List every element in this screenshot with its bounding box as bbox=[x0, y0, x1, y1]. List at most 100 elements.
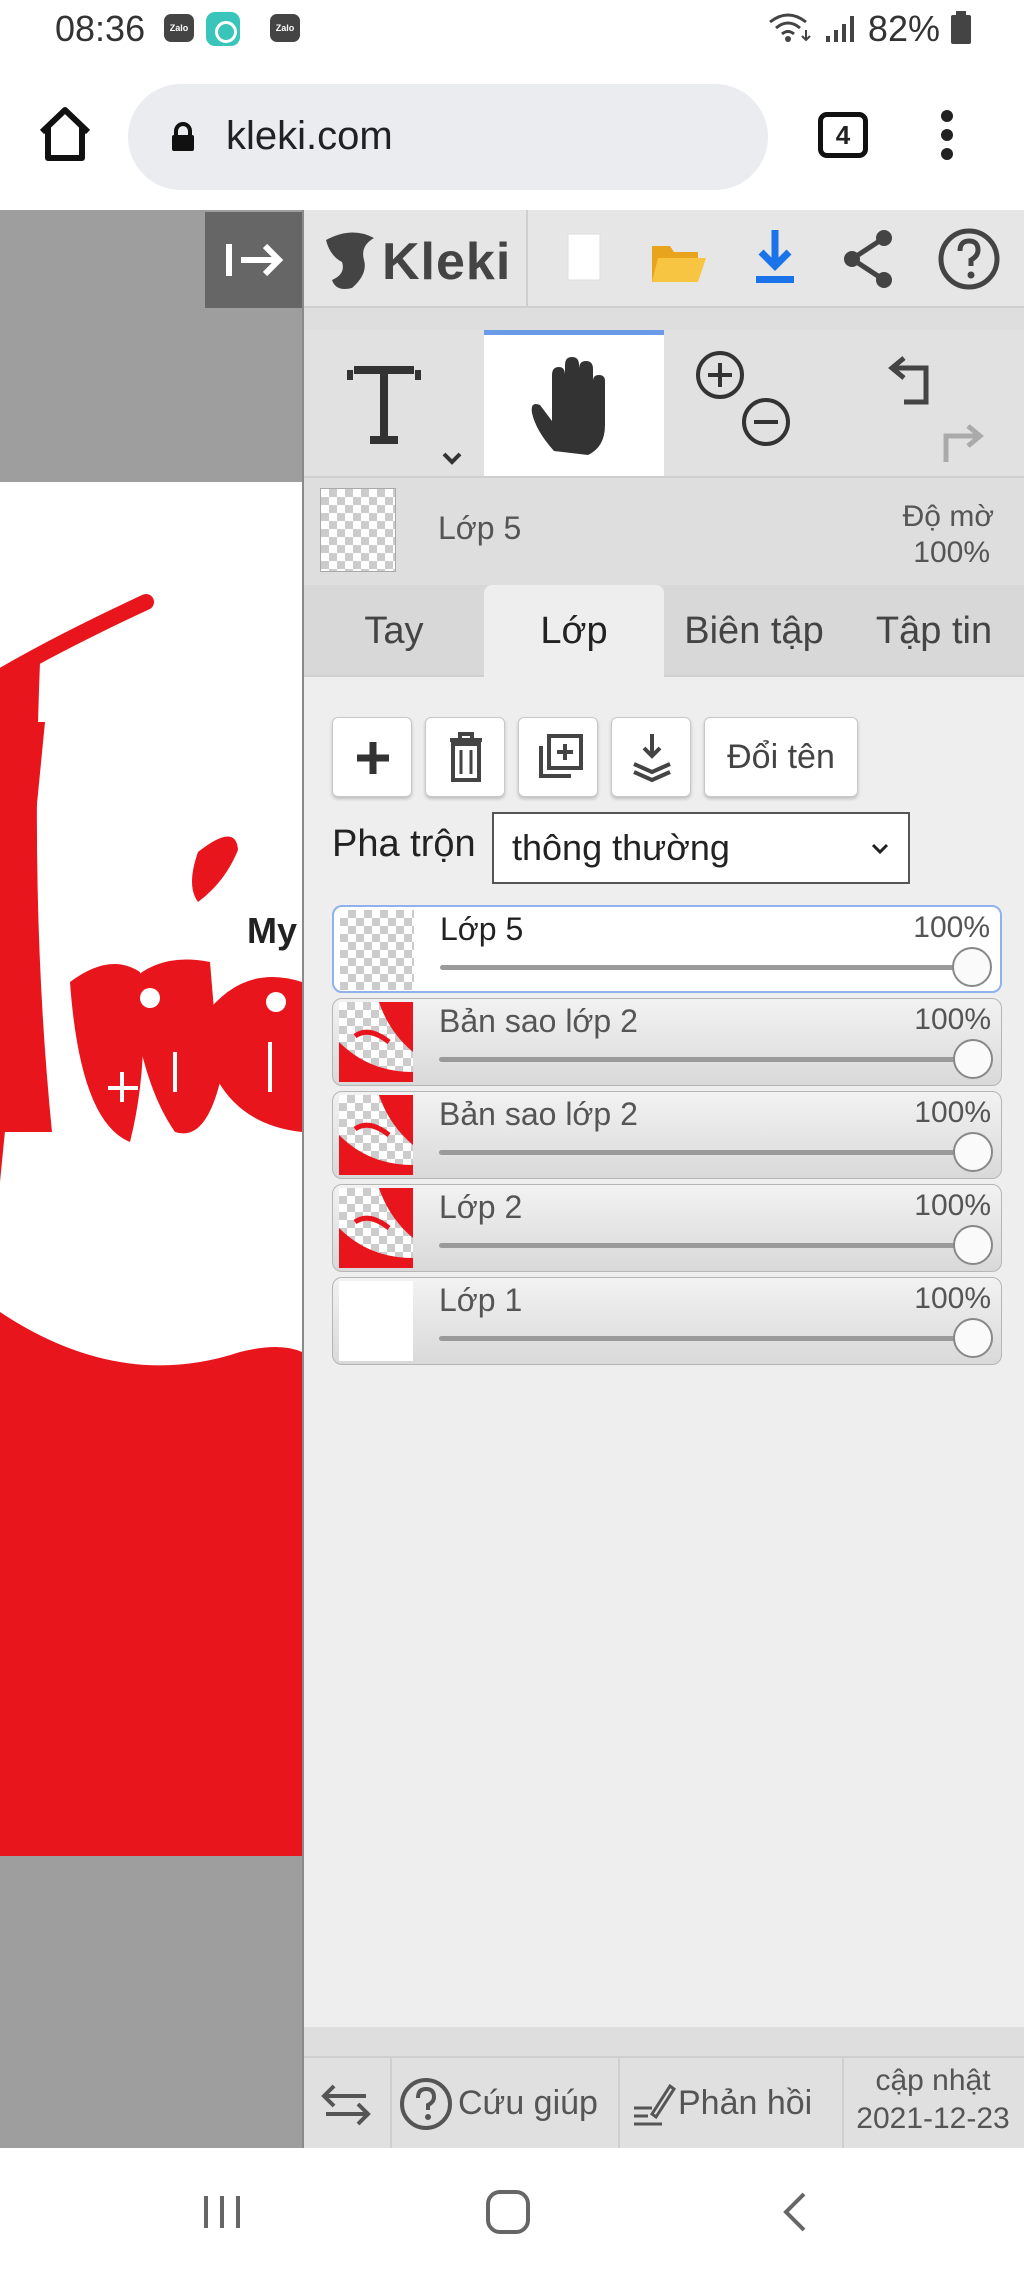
tab-file[interactable]: Tập tin bbox=[844, 585, 1024, 677]
zoom-icon bbox=[696, 351, 790, 446]
blend-mode-value: thông thường bbox=[512, 827, 730, 868]
layer-opacity-handle[interactable] bbox=[953, 1132, 993, 1172]
layer-thumbnail bbox=[339, 1095, 413, 1175]
layer-thumbnail bbox=[340, 910, 414, 990]
duplicate-icon bbox=[539, 734, 583, 778]
tool-selector bbox=[304, 330, 1024, 478]
collapse-panel-button[interactable] bbox=[205, 212, 302, 308]
layer-name: Bản sao lớp 2 bbox=[439, 1003, 638, 1039]
feedback-button[interactable]: Phản hồi bbox=[622, 2058, 840, 2150]
help-icon bbox=[400, 2078, 452, 2130]
delete-layer-button[interactable] bbox=[425, 717, 505, 797]
feedback-label: Phản hồi bbox=[678, 2084, 813, 2122]
current-layer-thumbnail bbox=[320, 488, 396, 572]
share-icon[interactable] bbox=[834, 224, 904, 294]
top-toolbar: Kleki bbox=[304, 210, 1024, 308]
status-time: 08:36 bbox=[55, 8, 146, 49]
tab-layers[interactable]: Lớp bbox=[484, 585, 664, 677]
hand-tool[interactable] bbox=[484, 330, 664, 476]
layers-panel: Đổi tên Pha trộn thông thường Lớp 5 100%… bbox=[304, 677, 1024, 2027]
signal-icon bbox=[825, 16, 854, 42]
layer-row[interactable]: Bản sao lớp 2 100% bbox=[332, 1091, 1002, 1179]
layer-opacity-handle[interactable] bbox=[952, 947, 992, 987]
panel-tabs: Tay Lớp Biên tập Tập tin bbox=[304, 585, 1024, 677]
layer-opacity-slider[interactable] bbox=[439, 1150, 979, 1155]
layer-row[interactable]: Bản sao lớp 2 100% bbox=[332, 998, 1002, 1086]
help-icon[interactable] bbox=[934, 224, 1004, 294]
app-name: Kleki bbox=[382, 233, 512, 291]
address-bar[interactable]: kleki.com bbox=[128, 84, 768, 190]
duplicate-layer-button[interactable] bbox=[518, 717, 598, 797]
more-menu-icon[interactable] bbox=[932, 110, 962, 166]
layer-opacity-slider[interactable] bbox=[440, 965, 980, 970]
update-date: 2021-12-23 bbox=[856, 2102, 1010, 2135]
layer-opacity-handle[interactable] bbox=[953, 1039, 993, 1079]
layer-opacity-handle[interactable] bbox=[953, 1318, 993, 1358]
new-file-icon[interactable] bbox=[550, 224, 620, 294]
layer-thumbnail bbox=[339, 1188, 413, 1268]
swap-icon bbox=[321, 2084, 371, 2126]
layer-name: Bản sao lớp 2 bbox=[439, 1096, 638, 1132]
layer-name: Lớp 2 bbox=[439, 1189, 523, 1225]
panel-footer: Cứu giúp Phản hồi cập nhật 2021-12-23 bbox=[304, 2056, 1024, 2150]
layer-row[interactable]: Lớp 1 100% bbox=[332, 1277, 1002, 1365]
chevron-down-icon bbox=[871, 843, 889, 855]
lock-icon bbox=[172, 122, 194, 151]
blend-mode-label: Pha trộn bbox=[332, 823, 476, 865]
update-title: cập nhật bbox=[875, 2064, 991, 2097]
help-button[interactable]: Cứu giúp bbox=[394, 2058, 616, 2150]
kleki-logo: Kleki bbox=[322, 224, 512, 294]
system-navigation-bar bbox=[0, 2148, 1024, 2276]
download-icon[interactable] bbox=[740, 224, 810, 294]
merge-layer-button[interactable] bbox=[611, 717, 691, 797]
text-tool[interactable] bbox=[304, 330, 484, 476]
home-nav-icon[interactable] bbox=[478, 2182, 538, 2242]
layer-name: Lớp 1 bbox=[439, 1282, 523, 1318]
tab-brush[interactable]: Tay bbox=[304, 585, 484, 677]
layer-opacity: 100% bbox=[914, 1003, 991, 1036]
battery-icon bbox=[951, 11, 971, 44]
layer-opacity-slider[interactable] bbox=[439, 1243, 979, 1248]
back-icon[interactable] bbox=[766, 2182, 826, 2242]
home-icon[interactable] bbox=[36, 104, 94, 164]
zalo-icon: Zalo bbox=[270, 14, 300, 42]
arrow-right-bar-icon bbox=[226, 243, 284, 277]
layer-opacity-handle[interactable] bbox=[953, 1225, 993, 1265]
rename-layer-button[interactable]: Đổi tên bbox=[704, 717, 858, 797]
layer-opacity: 100% bbox=[914, 1096, 991, 1129]
canvas-text: My bbox=[247, 910, 298, 951]
trash-icon bbox=[450, 732, 482, 782]
layer-opacity: 100% bbox=[913, 911, 990, 944]
layer-opacity-slider[interactable] bbox=[439, 1336, 979, 1341]
layer-row[interactable]: Lớp 5 100% bbox=[332, 905, 1002, 993]
add-layer-button[interactable] bbox=[332, 717, 412, 797]
recent-apps-icon[interactable] bbox=[192, 2182, 252, 2242]
undo-redo-tool[interactable] bbox=[844, 330, 1024, 476]
tab-switcher-button[interactable]: 4 bbox=[818, 112, 868, 158]
layer-opacity: 100% bbox=[914, 1189, 991, 1222]
layer-thumbnail bbox=[339, 1002, 413, 1082]
current-layer-header: Lớp 5 Độ mờ 100% bbox=[304, 478, 1024, 578]
battery-percent: 82% bbox=[867, 8, 940, 49]
layer-name: Lớp 5 bbox=[440, 911, 524, 947]
tab-edit[interactable]: Biên tập bbox=[664, 585, 844, 677]
canvas-sheet[interactable]: My bbox=[0, 482, 302, 1856]
status-right: 82% bbox=[766, 8, 972, 50]
canvas-artwork bbox=[0, 594, 302, 1856]
open-folder-icon[interactable] bbox=[644, 224, 714, 294]
opacity-value: 100% bbox=[913, 536, 990, 569]
wifi-icon bbox=[768, 13, 811, 42]
moji-icon bbox=[206, 12, 240, 46]
layer-row[interactable]: Lớp 2 100% bbox=[332, 1184, 1002, 1272]
swap-side-button[interactable] bbox=[304, 2058, 388, 2150]
blend-mode-select[interactable]: thông thường bbox=[492, 812, 910, 884]
browser-toolbar: kleki.com 4 bbox=[0, 62, 1024, 210]
undo-redo-icon bbox=[888, 356, 984, 462]
layer-opacity-slider[interactable] bbox=[439, 1057, 979, 1062]
update-info[interactable]: cập nhật 2021-12-23 bbox=[848, 2058, 1024, 2150]
layer-opacity: 100% bbox=[914, 1282, 991, 1315]
status-bar: 08:36 Zalo Zalo 82% bbox=[0, 0, 1024, 62]
drawing-canvas-area[interactable]: My bbox=[0, 210, 302, 2148]
kleki-logo-icon bbox=[326, 232, 374, 289]
zoom-tool[interactable] bbox=[664, 330, 844, 476]
